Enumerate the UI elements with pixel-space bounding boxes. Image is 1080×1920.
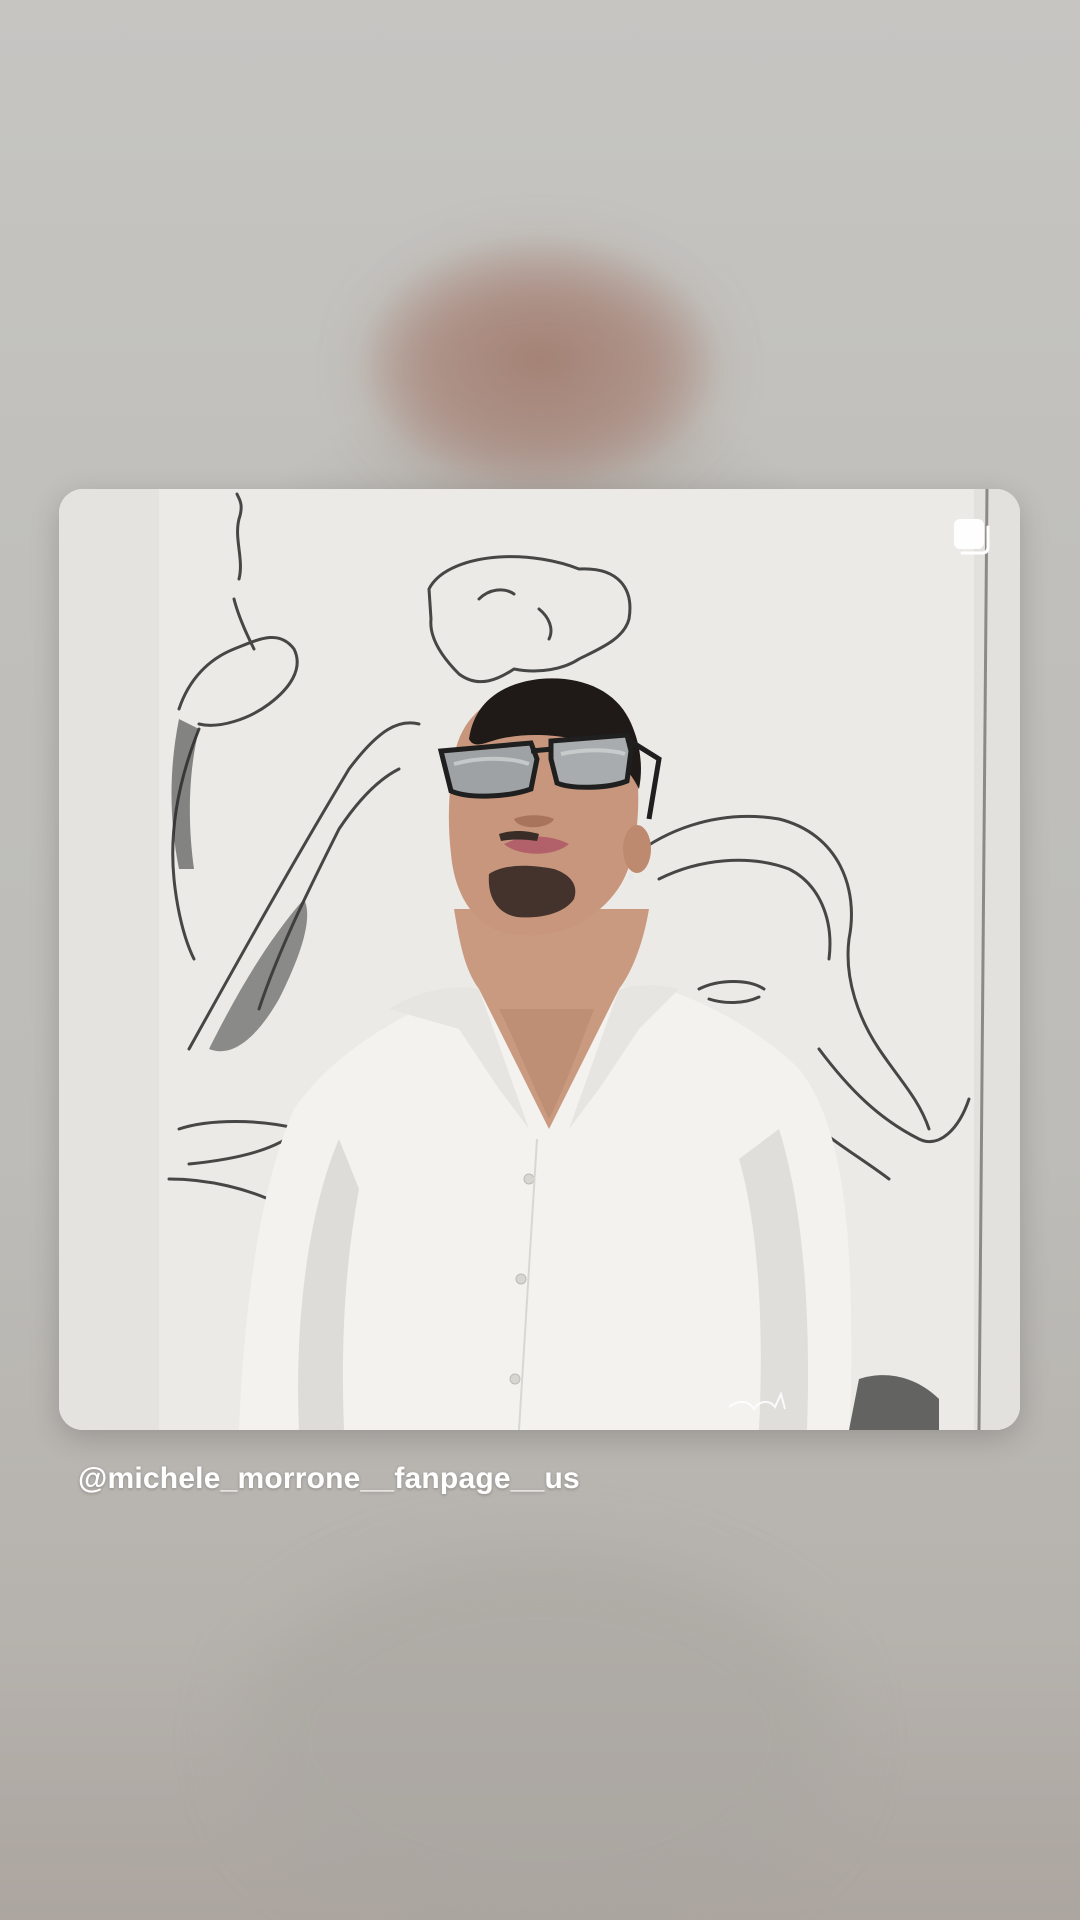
- carousel-multiple-icon: [952, 517, 992, 557]
- shared-post-card[interactable]: [59, 489, 1020, 1430]
- post-image: [59, 489, 1020, 1430]
- background-blur: [240, 1550, 840, 1920]
- background-blur: [380, 260, 700, 480]
- username-mention[interactable]: @michele_morrone__fanpage__us: [78, 1462, 580, 1496]
- story-screen[interactable]: @michele_morrone__fanpage__us: [0, 0, 1080, 1920]
